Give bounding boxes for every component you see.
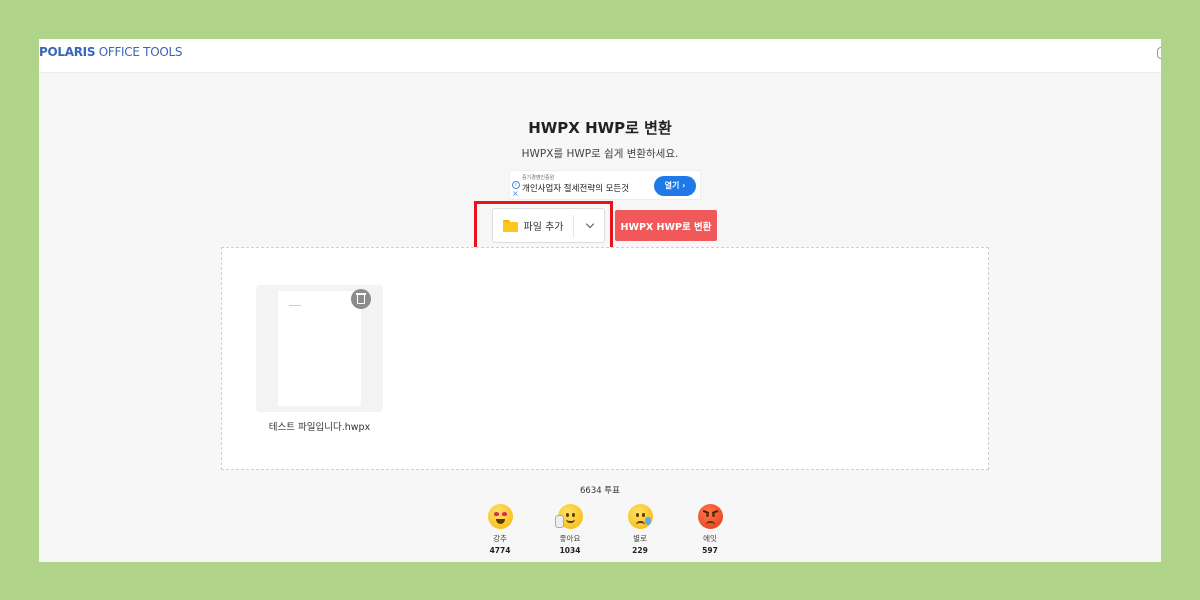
reaction-count: 229: [632, 546, 648, 555]
info-icon[interactable]: i: [512, 181, 520, 189]
page-title: HWPX HWP로 변환: [528, 119, 672, 137]
reaction-like[interactable]: 좋아요 1034: [550, 504, 590, 555]
close-icon[interactable]: ×: [512, 190, 519, 198]
heart-eyes-emoji-icon: [487, 504, 513, 529]
profile-icon[interactable]: [1157, 47, 1161, 59]
reaction-not-good[interactable]: 별로 229: [620, 504, 660, 555]
ad-open-button[interactable]: 열기 ›: [654, 176, 696, 196]
reaction-label: 좋아요: [559, 534, 581, 543]
ad-banner[interactable]: i × 중기경영인증원 개인사업자 절세전략의 모든것 열기 ›: [509, 170, 701, 200]
reaction-label: 에잇: [703, 534, 717, 543]
ad-sponsor: 중기경영인증원: [522, 175, 555, 181]
sad-tear-emoji-icon: [627, 504, 653, 529]
votes-total: 6634 투표: [580, 486, 620, 496]
reaction-count: 597: [702, 546, 718, 555]
trash-icon[interactable]: [351, 289, 371, 309]
annotation-highlight-box: [474, 201, 613, 250]
reaction-label: 별로: [633, 534, 647, 543]
top-navigation-bar: POLARIS OFFICE TOOLS: [39, 39, 1161, 73]
file-drop-zone[interactable]: 테스트 파일입니다.hwpx: [221, 247, 989, 470]
logo-suffix-text: OFFICE TOOLS: [95, 45, 183, 59]
reaction-count: 1034: [559, 546, 581, 555]
reaction-count: 4774: [489, 546, 511, 555]
browser-window: POLARIS OFFICE TOOLS HWPX HWP로 변환 HWPX를 …: [39, 39, 1161, 562]
reaction-label: 강추: [493, 534, 507, 543]
reaction-strongly-recommend[interactable]: 강추 4774: [480, 504, 520, 555]
polaris-office-tools-logo[interactable]: POLARIS OFFICE TOOLS: [39, 45, 183, 59]
angry-emoji-icon: [697, 504, 723, 529]
logo-brand-text: POLARIS: [39, 45, 96, 59]
file-thumbnail: [278, 291, 361, 406]
convert-button[interactable]: HWPX HWP로 변환: [615, 210, 717, 241]
file-card[interactable]: [256, 285, 383, 412]
file-name: 테스트 파일입니다.hwpx: [268, 422, 371, 433]
reaction-angry[interactable]: 에잇 597: [690, 504, 730, 555]
ad-text[interactable]: 개인사업자 절세전략의 모든것: [522, 182, 629, 194]
thumbs-up-emoji-icon: [554, 504, 583, 529]
page-subtitle: HWPX를 HWP로 쉽게 변환하세요.: [521, 148, 679, 160]
